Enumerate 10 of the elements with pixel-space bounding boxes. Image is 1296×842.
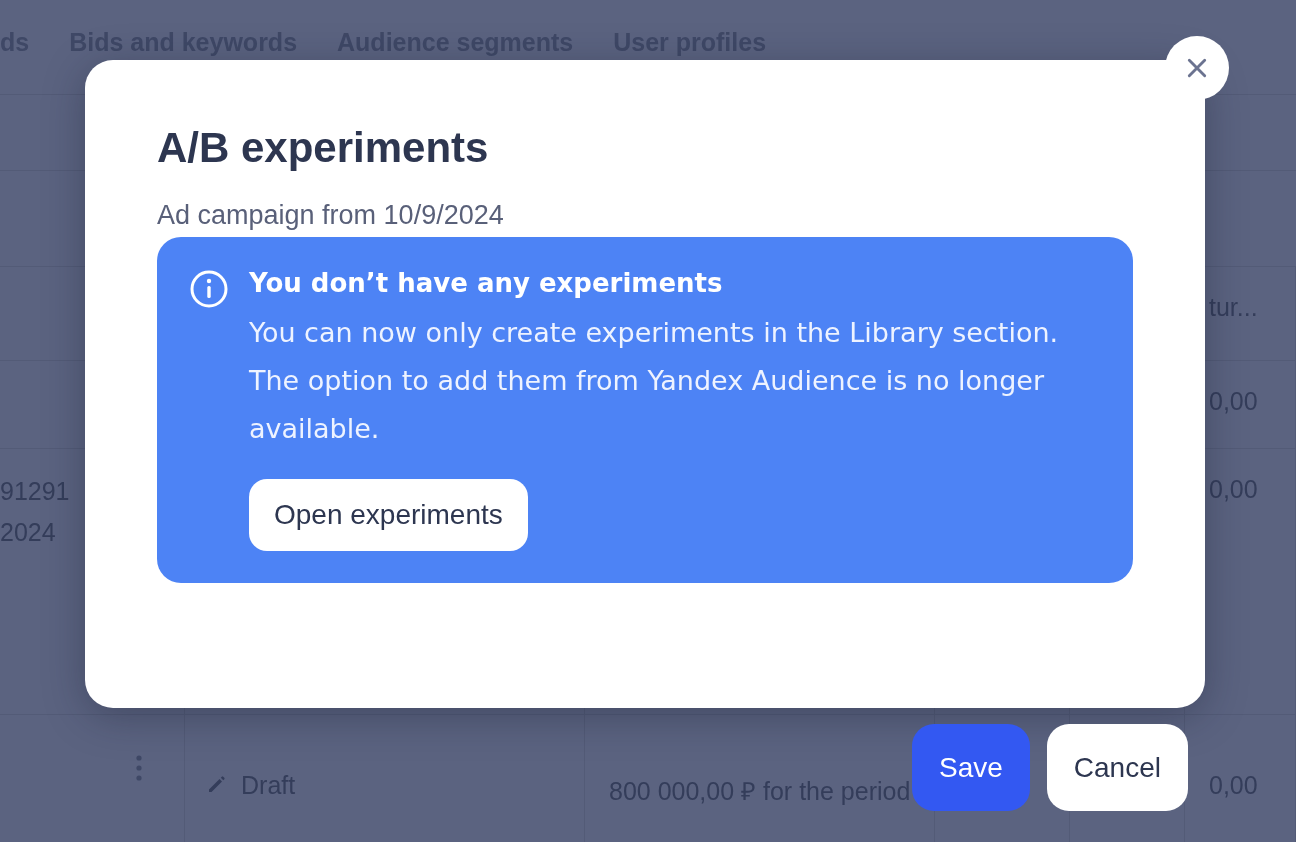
dialog-title: A/B experiments — [157, 123, 489, 173]
dialog-subtitle: Ad campaign from 10/9/2024 — [157, 200, 504, 231]
notice-title: You don’t have any experiments — [249, 267, 724, 300]
close-icon — [1186, 57, 1208, 79]
open-experiments-button[interactable]: Open experiments — [249, 479, 528, 551]
info-icon — [189, 269, 229, 309]
notice-text: You can now only create experiments in the Library section. The option to add them from Yandex Audience is no longer available. — [249, 316, 1060, 446]
action-button[interactable]: Cancel — [1046, 724, 1188, 811]
action-button[interactable]: Save — [912, 724, 1030, 811]
pencil-icon — [207, 774, 227, 794]
